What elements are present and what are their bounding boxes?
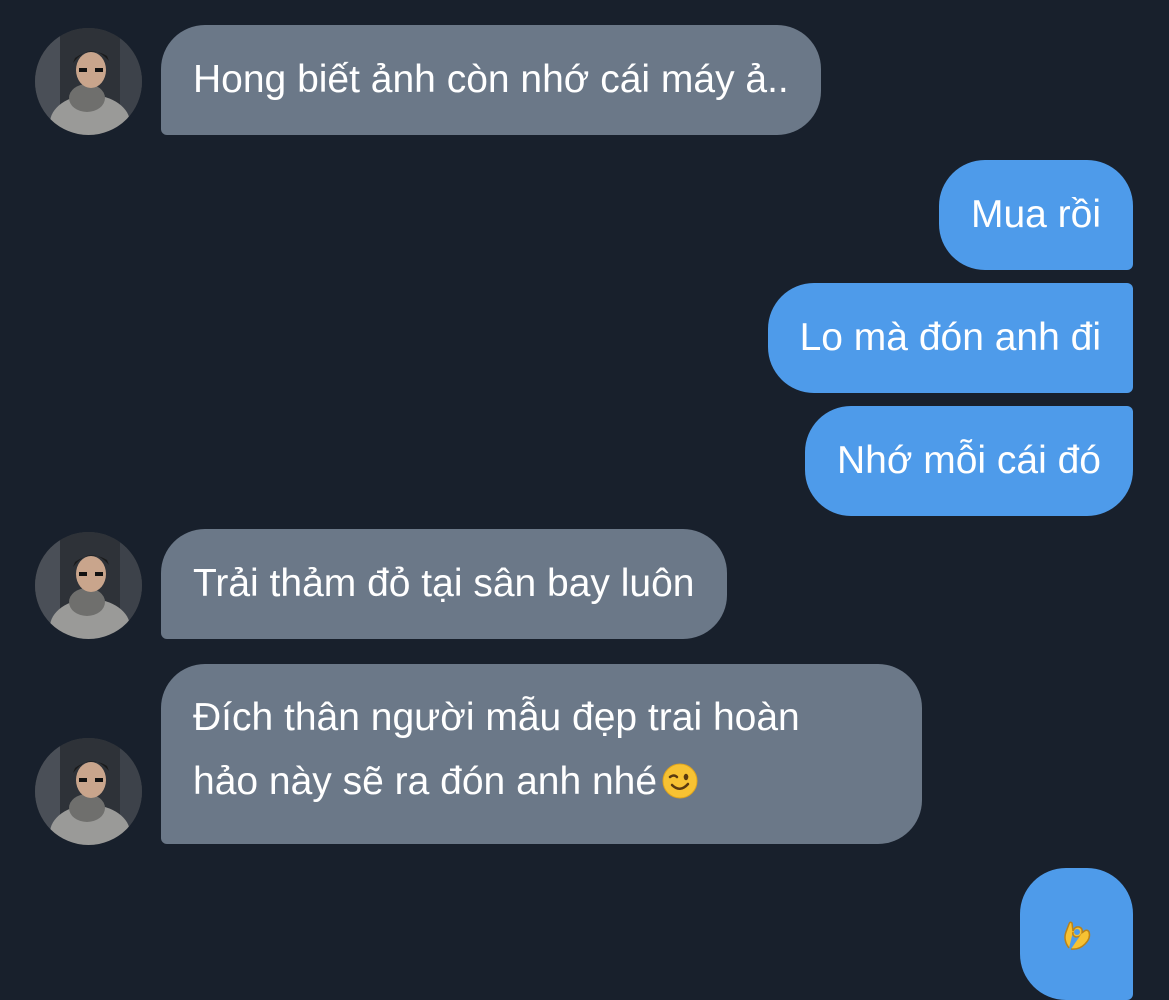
message-text: Lo mà đón anh đi [799, 316, 1101, 359]
outgoing-message[interactable]: Mua rồi [938, 160, 1133, 270]
outgoing-message[interactable]: Lo mà đón anh đi [767, 283, 1133, 393]
winking-face-emoji-icon [661, 756, 699, 799]
ok-hand-emoji-icon [1057, 914, 1097, 954]
incoming-message[interactable]: Trải thảm đỏ tại sân bay luôn [161, 529, 727, 639]
outgoing-message[interactable]: Nhớ mỗi cái đó [804, 406, 1133, 516]
message-text-line: hảo này sẽ ra đón anh nhé [193, 750, 890, 814]
avatar-photo-icon [35, 532, 142, 639]
message-text: Trải thảm đỏ tại sân bay luôn [193, 562, 695, 605]
avatar-photo-icon [35, 738, 142, 845]
contact-avatar[interactable] [35, 738, 142, 845]
contact-avatar[interactable] [35, 28, 142, 135]
incoming-message[interactable]: Đích thân người mẫu đẹp trai hoàn hảo nà… [161, 664, 922, 844]
outgoing-message[interactable] [1020, 868, 1133, 1000]
incoming-message[interactable]: Hong biết ảnh còn nhớ cái máy ả.. [161, 25, 821, 135]
message-text-line: Đích thân người mẫu đẹp trai hoàn [193, 696, 800, 739]
message-text: Mua rồi [970, 193, 1101, 236]
message-text: Hong biết ảnh còn nhớ cái máy ả.. [193, 58, 789, 101]
contact-avatar[interactable] [35, 532, 142, 639]
avatar-photo-icon [35, 28, 142, 135]
message-text: Nhớ mỗi cái đó [836, 439, 1101, 482]
chat-thread: Hong biết ảnh còn nhớ cái máy ả.. Mua rồ… [0, 0, 1169, 1000]
